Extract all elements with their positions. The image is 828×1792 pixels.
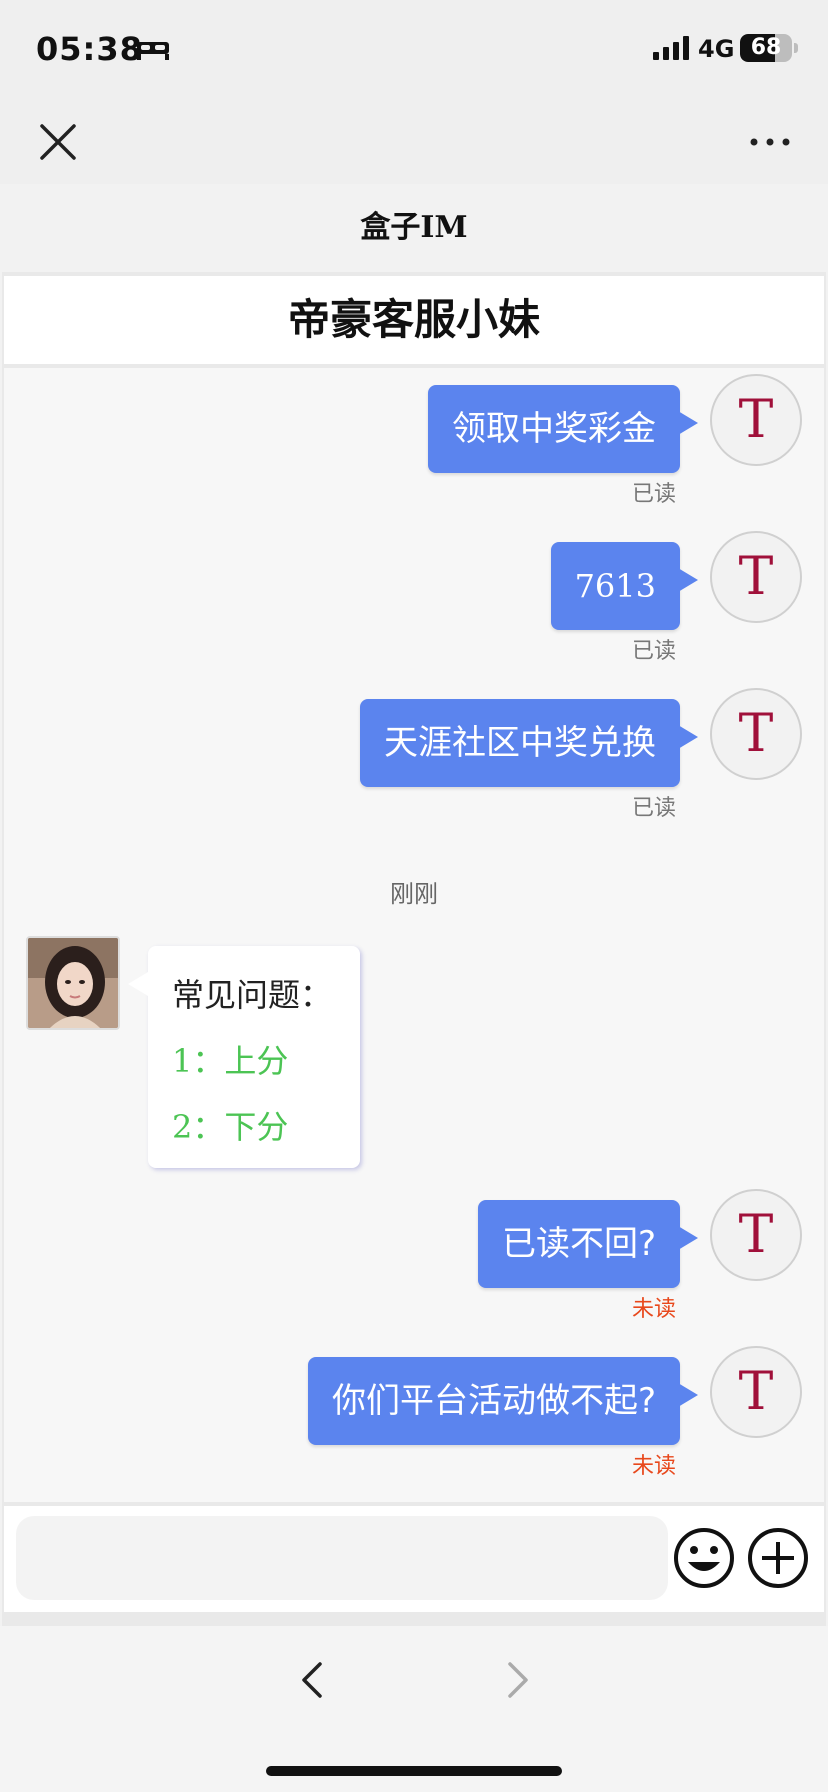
message-input[interactable]	[16, 1516, 668, 1600]
back-arrow-icon[interactable]	[296, 1658, 330, 1702]
more-icon[interactable]	[748, 130, 792, 154]
battery-tip	[794, 43, 798, 53]
faq-option[interactable]: 2：下分	[172, 1102, 336, 1168]
user-avatar[interactable]: T	[710, 531, 802, 623]
agent-photo	[28, 938, 118, 1028]
battery-icon: 68	[740, 34, 792, 62]
battery-level: 68	[750, 35, 782, 60]
status-bar: 05:38 4G 68	[0, 0, 828, 100]
faq-title: 常见问题：	[172, 976, 333, 1014]
faq-number: 2：	[172, 1108, 225, 1146]
page-title: 盒子IM	[0, 184, 828, 272]
status-time: 05:38	[36, 30, 143, 68]
outgoing-message[interactable]: 你们平台活动做不起?	[307, 1357, 699, 1445]
browser-toolbar	[0, 1626, 828, 1792]
read-status: 已读	[631, 482, 676, 507]
faq-number: 1：	[172, 1042, 225, 1080]
faq-option[interactable]: 1：上分	[172, 1036, 336, 1102]
nav-bar	[0, 100, 828, 184]
outgoing-message[interactable]: 领取中奖彩金	[428, 385, 698, 473]
unread-status: 未读	[631, 1454, 676, 1479]
bed-icon	[137, 42, 169, 60]
time-separator: 刚刚	[390, 880, 438, 908]
user-avatar[interactable]: T	[710, 374, 802, 466]
contact-name: 帝豪客服小妹	[4, 276, 824, 364]
read-status: 已读	[631, 796, 676, 821]
outgoing-message[interactable]: 已读不回?	[477, 1200, 699, 1288]
emoji-icon[interactable]	[672, 1526, 736, 1590]
user-avatar[interactable]: T	[710, 1346, 802, 1438]
signal-icon	[653, 36, 689, 60]
user-avatar[interactable]: T	[710, 688, 802, 780]
incoming-message[interactable]: 常见问题： 1：上分 2：下分	[128, 946, 360, 1168]
plus-icon[interactable]	[746, 1526, 810, 1590]
faq-label: 下分	[224, 1108, 289, 1146]
outgoing-message[interactable]: 7613	[550, 542, 699, 630]
chat-area[interactable]: 领取中奖彩金 T 已读 7613 T 已读 天涯社区中奖兑换 T 已读 刚刚 常…	[4, 368, 824, 1502]
read-status: 已读	[631, 639, 676, 664]
close-icon[interactable]	[36, 120, 80, 164]
forward-arrow-icon[interactable]	[500, 1658, 534, 1702]
home-indicator[interactable]	[266, 1766, 562, 1776]
network-type: 4G	[698, 35, 735, 63]
user-avatar[interactable]: T	[710, 1189, 802, 1281]
input-bar	[4, 1506, 824, 1612]
outgoing-message[interactable]: 天涯社区中奖兑换	[360, 699, 698, 787]
unread-status: 未读	[631, 1297, 676, 1322]
agent-avatar[interactable]	[26, 936, 120, 1030]
faq-label: 上分	[224, 1042, 289, 1080]
